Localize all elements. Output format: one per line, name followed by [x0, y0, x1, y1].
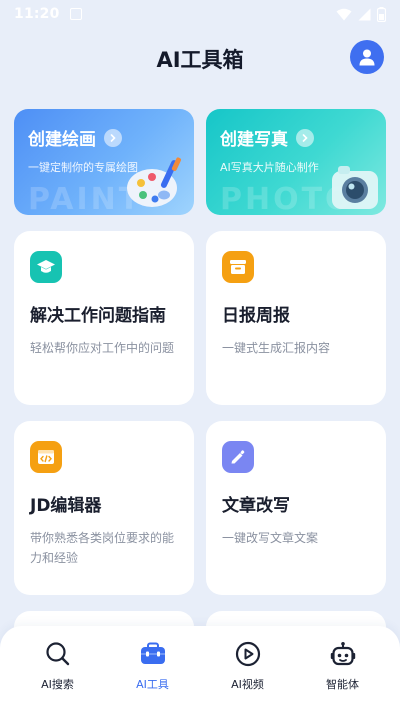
create-painting-title: 创建绘画 [28, 130, 96, 150]
tool-description: 一键式生成汇报内容 [222, 341, 331, 355]
code-window-icon [30, 441, 62, 473]
nav-label: AI视频 [231, 678, 264, 691]
tool-card-jd-editor[interactable]: JD编辑器 带你熟悉各类岗位要求的能力和经验 [14, 421, 194, 595]
tool-description: 带你熟悉各类岗位要求的能力和经验 [30, 531, 175, 565]
status-time: 11:20 [14, 6, 60, 22]
camera-icon [332, 166, 378, 209]
status-bar: 11:20 [0, 0, 400, 28]
nav-ai-tools[interactable]: AI工具 [113, 640, 193, 712]
bottom-nav: AI搜索 AI工具 AI视频 智能体 [0, 626, 400, 712]
header: AI工具箱 [0, 28, 400, 90]
tool-title: 解决工作问题指南 [30, 306, 166, 326]
toolbox-icon [140, 640, 166, 668]
nav-ai-search[interactable]: AI搜索 [18, 640, 98, 712]
robot-icon [330, 640, 356, 668]
graduation-cap-icon [30, 251, 62, 283]
signal-icon [358, 8, 371, 20]
tool-card-daily-report[interactable]: 日报周报 一键式生成汇报内容 [206, 231, 386, 405]
nav-label: AI搜索 [41, 678, 74, 691]
notification-icon [69, 8, 82, 20]
chevron-right-icon [296, 128, 314, 147]
play-circle-icon [235, 640, 261, 668]
tool-card-article-rewrite[interactable]: 文章改写 一键改写文章文案 [206, 421, 386, 595]
nav-agents[interactable]: 智能体 [303, 640, 383, 712]
report-box-icon [222, 251, 254, 283]
create-photo-title: 创建写真 [220, 130, 288, 150]
create-photo-card[interactable]: 创建写真 AI写真大片随心制作 PHOTO [206, 109, 386, 215]
tool-title: 文章改写 [222, 496, 290, 516]
tool-description: 轻松帮你应对工作中的问题 [30, 341, 175, 355]
tool-title: 日报周报 [222, 306, 290, 326]
battery-icon [377, 6, 386, 22]
page-title: AI工具箱 [156, 48, 244, 72]
pen-icon [222, 441, 254, 473]
wifi-icon [336, 8, 352, 20]
nav-label: 智能体 [326, 678, 359, 691]
tool-title: JD编辑器 [30, 496, 102, 516]
tool-card-work-guide[interactable]: 解决工作问题指南 轻松帮你应对工作中的问题 [14, 231, 194, 405]
nav-label: AI工具 [136, 678, 169, 691]
tool-description: 一键改写文章文案 [222, 531, 319, 545]
create-painting-card[interactable]: 创建绘画 一键定制你的专属绘图 PAINT [14, 109, 194, 215]
chevron-right-icon [104, 128, 122, 147]
user-icon [359, 49, 375, 66]
avatar[interactable] [350, 40, 384, 74]
search-icon [45, 640, 71, 668]
nav-ai-video[interactable]: AI视频 [208, 640, 288, 712]
palette-icon [127, 157, 182, 207]
